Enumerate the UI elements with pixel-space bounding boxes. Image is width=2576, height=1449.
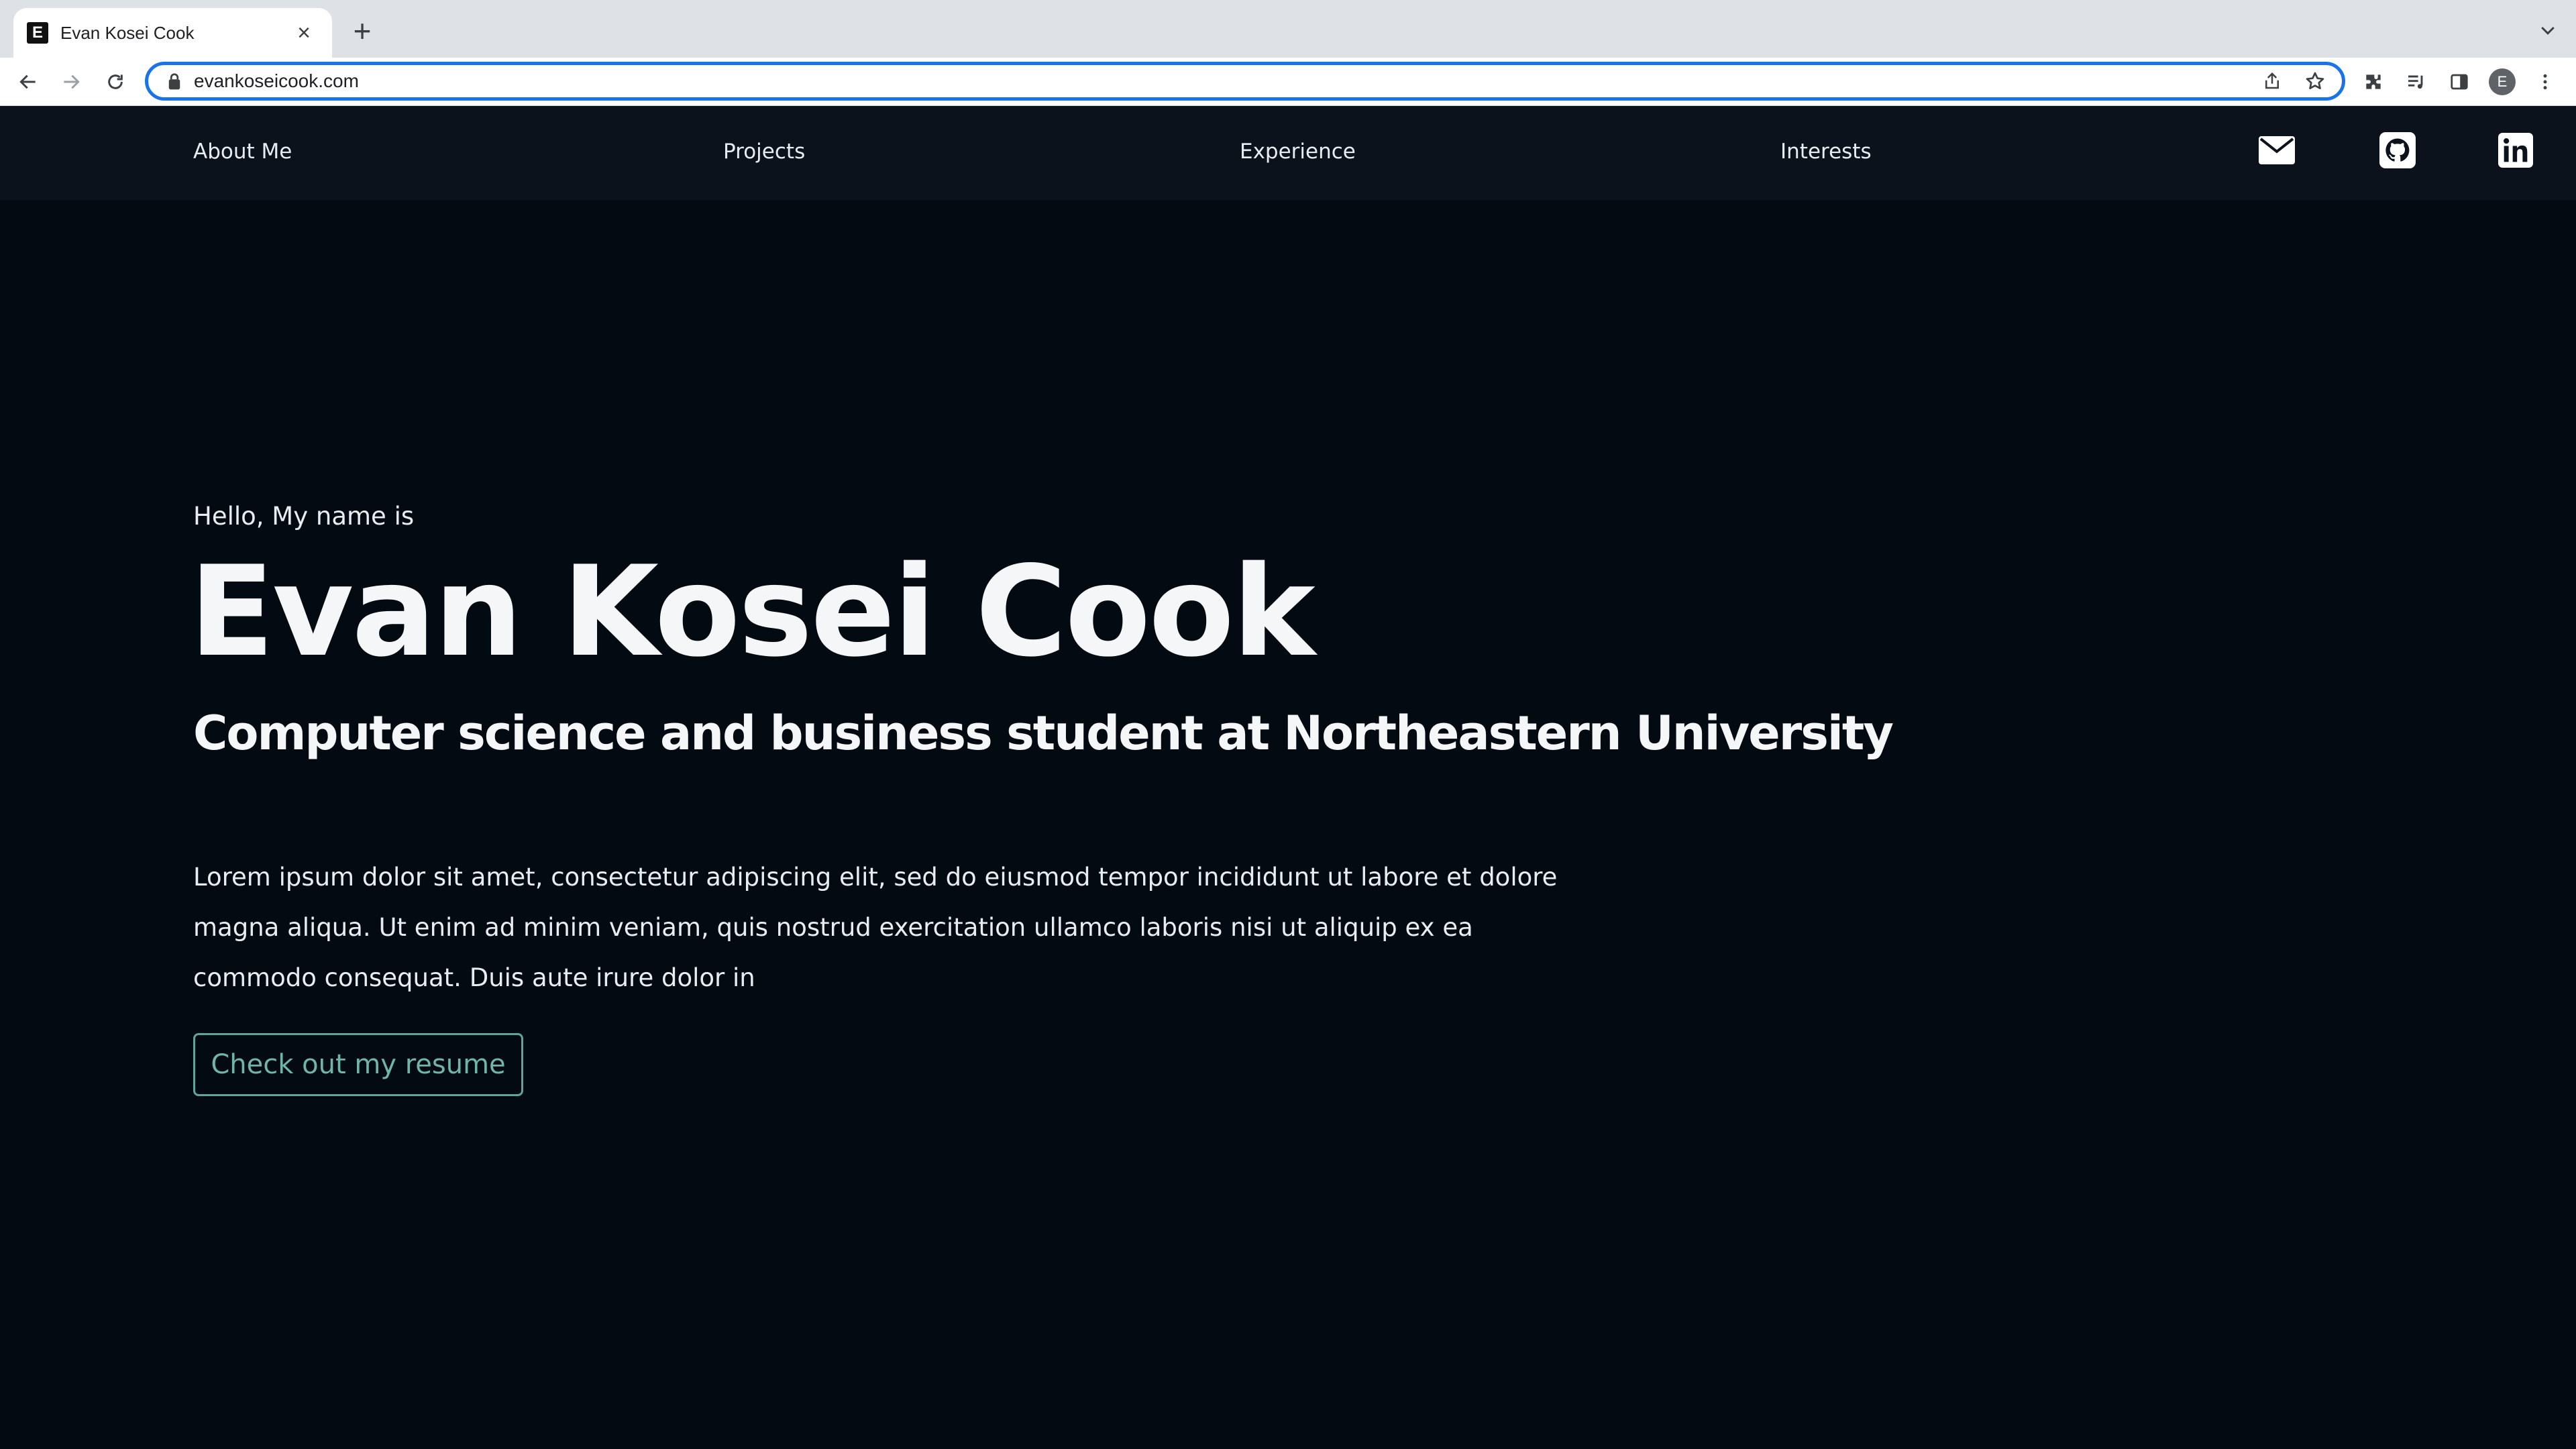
nav-link-interests[interactable]: Interests xyxy=(1780,140,1872,164)
address-bar[interactable]: evankoseicook.com xyxy=(145,62,2345,101)
reload-icon[interactable] xyxy=(99,66,131,98)
browser-tab-strip: E Evan Kosei Cook × + xyxy=(0,0,2576,58)
github-icon[interactable] xyxy=(2379,131,2416,169)
nav-link-about-me[interactable]: About Me xyxy=(193,140,292,164)
back-icon[interactable] xyxy=(12,66,44,98)
reading-list-icon[interactable] xyxy=(2400,66,2432,98)
side-panel-icon[interactable] xyxy=(2443,66,2475,98)
share-icon[interactable] xyxy=(2256,65,2288,97)
nav-link-experience[interactable]: Experience xyxy=(1240,140,1356,164)
resume-button[interactable]: Check out my resume xyxy=(193,1033,523,1096)
forward-icon[interactable] xyxy=(55,66,87,98)
linkedin-icon[interactable] xyxy=(2497,131,2534,169)
tab-favicon: E xyxy=(27,22,48,44)
extensions-icon[interactable] xyxy=(2357,66,2390,98)
nav-link-projects[interactable]: Projects xyxy=(723,140,805,164)
hero-bio-paragraph: Lorem ipsum dolor sit amet, consectetur … xyxy=(193,863,1558,992)
lock-icon xyxy=(168,73,180,90)
tab-title: Evan Kosei Cook xyxy=(60,22,195,43)
site-navbar: About Me Projects Experience Interests xyxy=(0,106,2576,200)
url-text: evankoseicook.com xyxy=(194,70,359,91)
chevron-down-icon[interactable] xyxy=(2533,16,2563,46)
profile-avatar[interactable]: E xyxy=(2486,66,2518,98)
kebab-menu-icon[interactable] xyxy=(2529,66,2561,98)
browser-toolbar: evankoseicook.com E xyxy=(0,58,2576,106)
greeting-text: Hello, My name is xyxy=(193,502,415,531)
email-icon[interactable] xyxy=(2258,131,2296,169)
bookmark-star-icon[interactable] xyxy=(2299,65,2331,97)
profile-initial: E xyxy=(2489,68,2516,95)
hero-name-heading: Evan Kosei Cook xyxy=(189,539,1316,684)
hero-tagline: Computer science and business student at… xyxy=(193,706,1894,761)
browser-tab[interactable]: E Evan Kosei Cook × xyxy=(13,8,332,58)
close-icon[interactable]: × xyxy=(292,20,316,46)
new-tab-icon[interactable]: + xyxy=(347,15,377,46)
